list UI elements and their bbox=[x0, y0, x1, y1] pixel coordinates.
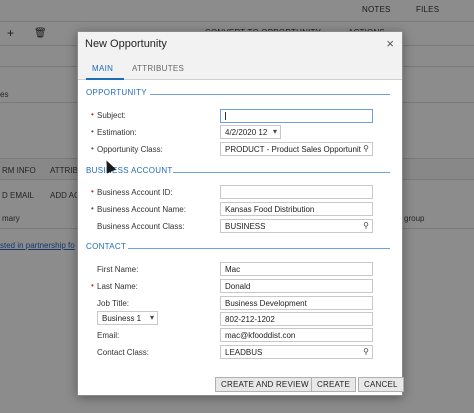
contact-class-label: Contact Class: bbox=[97, 348, 150, 357]
opportunity-class-label: Opportunity Class: bbox=[97, 145, 163, 154]
bullet-icon: • bbox=[91, 127, 94, 136]
chevron-down-icon[interactable]: ▾ bbox=[273, 127, 277, 136]
opportunity-class-selector[interactable]: PRODUCT - Product Sales Opportunit ⚲ bbox=[220, 142, 373, 156]
business-account-name-input[interactable]: Kansas Food Distribution bbox=[220, 202, 373, 216]
section-business-account-title: BUSINESS ACCOUNT bbox=[86, 166, 173, 175]
tab-main[interactable]: MAIN bbox=[92, 64, 113, 73]
section-contact-title: CONTACT bbox=[86, 242, 127, 251]
new-opportunity-dialog: New Opportunity × MAIN ATTRIBUTES OPPORT… bbox=[77, 31, 404, 396]
estimation-label: Estimation: bbox=[97, 128, 137, 137]
required-icon: • bbox=[91, 187, 94, 196]
business-account-name-label: Business Account Name: bbox=[97, 205, 186, 214]
last-name-input[interactable]: Donald bbox=[220, 279, 373, 293]
section-opportunity-title: OPPORTUNITY bbox=[86, 88, 147, 97]
job-title-label: Job Title: bbox=[97, 299, 130, 308]
dialog-tabs: MAIN ATTRIBUTES bbox=[78, 58, 402, 80]
first-name-input[interactable]: Mac bbox=[220, 262, 373, 276]
tab-attributes[interactable]: ATTRIBUTES bbox=[132, 64, 184, 73]
phone-type-select[interactable]: Business 1 ▾ bbox=[97, 311, 158, 325]
subject-label: Subject: bbox=[97, 111, 126, 120]
required-icon: • bbox=[91, 110, 94, 119]
create-and-review-button[interactable]: CREATE AND REVIEW bbox=[215, 377, 315, 392]
search-icon[interactable]: ⚲ bbox=[363, 347, 369, 356]
dialog-title: New Opportunity bbox=[85, 38, 167, 50]
business-account-id-input[interactable] bbox=[220, 185, 373, 199]
email-input[interactable]: mac@kfooddist.con bbox=[220, 328, 373, 342]
required-icon: • bbox=[91, 281, 94, 290]
last-name-label: Last Name: bbox=[97, 282, 138, 291]
active-tab-indicator bbox=[86, 78, 124, 80]
dialog-header: New Opportunity × bbox=[78, 32, 402, 58]
job-title-input[interactable]: Business Development bbox=[220, 296, 373, 310]
search-icon[interactable]: ⚲ bbox=[363, 221, 369, 230]
phone-input[interactable]: 802-212-1202 bbox=[220, 312, 373, 326]
bullet-icon: • bbox=[91, 144, 94, 153]
business-account-class-selector[interactable]: BUSINESS ⚲ bbox=[220, 219, 373, 233]
section-divider bbox=[150, 94, 390, 95]
subject-input[interactable] bbox=[220, 109, 373, 123]
section-divider bbox=[128, 248, 390, 249]
first-name-label: First Name: bbox=[97, 265, 139, 274]
contact-class-selector[interactable]: LEADBUS ⚲ bbox=[220, 345, 373, 359]
bullet-icon: • bbox=[91, 204, 94, 213]
business-account-class-label: Business Account Class: bbox=[97, 222, 185, 231]
email-label: Email: bbox=[97, 331, 120, 340]
section-divider bbox=[173, 172, 390, 173]
text-caret bbox=[225, 112, 226, 120]
close-icon[interactable]: × bbox=[386, 36, 394, 51]
estimation-datepicker[interactable]: 4/2/2020 12 ▾ bbox=[220, 125, 281, 139]
create-button[interactable]: CREATE bbox=[311, 377, 357, 392]
search-icon[interactable]: ⚲ bbox=[363, 144, 369, 153]
cancel-button[interactable]: CANCEL bbox=[358, 377, 404, 392]
chevron-down-icon[interactable]: ▾ bbox=[150, 313, 154, 322]
business-account-id-label: Business Account ID: bbox=[97, 188, 173, 197]
